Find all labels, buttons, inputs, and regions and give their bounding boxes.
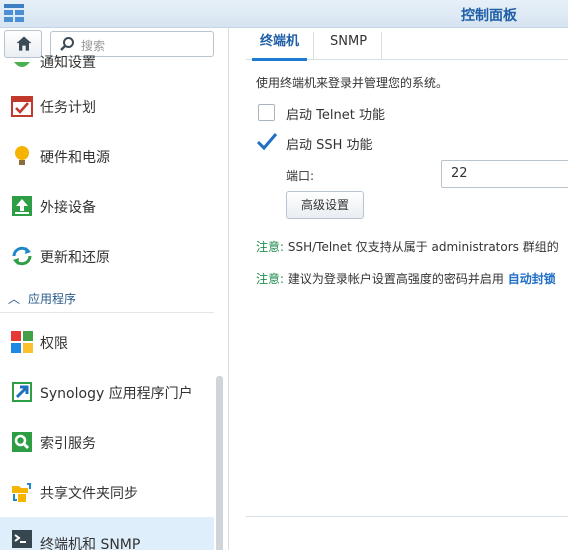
sidebar-item-hardware-power[interactable]: 硬件和电源 xyxy=(0,136,214,176)
lightbulb-icon xyxy=(15,146,29,165)
note-strong-password: 注意: 建议为登录帐户设置高强度的密码并启用 自动封锁 xyxy=(256,270,556,287)
chevron-up-icon: ︿ xyxy=(8,292,21,306)
advanced-settings-button[interactable]: 高级设置 xyxy=(286,191,364,219)
upload-arrow-icon xyxy=(12,196,32,216)
note-admin-only: 注意: SSH/Telnet 仅支持从属于 administrators 群组的 xyxy=(256,238,559,255)
sidebar-item-label: 更新和还原 xyxy=(40,250,110,266)
telnet-checkbox[interactable] xyxy=(258,104,275,121)
sidebar-item-label: 硬件和电源 xyxy=(40,150,110,166)
sidebar-item-indexing-service[interactable]: 索引服务 xyxy=(0,422,214,462)
title-bar: 控制面板 xyxy=(0,0,568,28)
main-content: 终端机 SNMP 使用终端机来登录并管理您的系统。 启动 Telnet 功能 启… xyxy=(232,28,568,550)
port-label: 端口: xyxy=(286,169,315,183)
note-text: SSH/Telnet 仅支持从属于 administrators 群组的 xyxy=(287,240,559,254)
sidebar-item-notifications[interactable]: 通知设置 xyxy=(0,42,214,82)
sidebar-scrollbar[interactable] xyxy=(216,376,223,550)
tab-terminal[interactable]: 终端机 xyxy=(246,32,315,61)
note-label: 注意: xyxy=(256,240,285,254)
telnet-label: 启动 Telnet 功能 xyxy=(286,108,385,123)
sidebar-item-external-devices[interactable]: 外接设备 xyxy=(0,186,214,226)
sidebar-item-terminal-snmp[interactable]: 终端机和 SNMP xyxy=(0,517,214,550)
sidebar-item-label: 索引服务 xyxy=(40,436,96,452)
calendar-check-icon xyxy=(11,96,33,117)
sidebar-item-shared-folder-sync[interactable]: 共享文件夹同步 xyxy=(0,472,214,512)
sidebar-item-label: 通知设置 xyxy=(40,55,96,71)
folder-sync-icon xyxy=(12,483,31,502)
sidebar-item-update-restore[interactable]: 更新和还原 xyxy=(0,236,214,276)
ssh-checkbox[interactable] xyxy=(256,132,278,152)
note-text: 建议为登录帐户设置高强度的密码并启用 xyxy=(287,272,508,286)
sidebar-item-label: Synology 应用程序门户 xyxy=(40,386,193,402)
auto-block-link[interactable]: 自动封锁 xyxy=(508,272,556,286)
permission-grid-icon xyxy=(11,331,33,353)
divider xyxy=(246,516,568,517)
sidebar-item-task-scheduler[interactable]: 任务计划 xyxy=(0,86,214,126)
terminal-description: 使用终端机来登录并管理您的系统。 xyxy=(256,76,449,90)
sidebar-item-label: 任务计划 xyxy=(40,100,96,116)
index-search-icon xyxy=(12,432,32,452)
tab-bar: 终端机 SNMP xyxy=(246,28,568,61)
sidebar-item-label: 外接设备 xyxy=(40,200,96,216)
group-header-applications[interactable]: ︿ 应用程序 xyxy=(8,290,76,307)
window-title: 控制面板 xyxy=(461,8,517,24)
divider xyxy=(0,312,214,313)
terminal-icon xyxy=(12,530,32,548)
sidebar-item-label: 权限 xyxy=(40,336,68,352)
group-label: 应用程序 xyxy=(28,292,77,306)
port-input[interactable]: 22 xyxy=(441,160,568,188)
refresh-icon xyxy=(12,246,32,266)
sidebar: 搜索 通知设置 任务计划 硬件和电源 外接设备 更新和还原 ︿ 应用程序 权限 … xyxy=(0,28,229,550)
notification-icon xyxy=(14,62,30,67)
sidebar-item-privileges[interactable]: 权限 xyxy=(0,322,214,362)
tab-snmp[interactable]: SNMP xyxy=(316,32,383,60)
sidebar-item-label: 终端机和 SNMP xyxy=(40,537,141,550)
sidebar-item-label: 共享文件夹同步 xyxy=(40,486,138,502)
note-label: 注意: xyxy=(256,272,285,286)
sidebar-item-app-portal[interactable]: Synology 应用程序门户 xyxy=(0,372,214,412)
ssh-label: 启动 SSH 功能 xyxy=(286,138,373,153)
portal-arrow-icon xyxy=(12,382,32,402)
control-panel-icon xyxy=(4,4,24,22)
